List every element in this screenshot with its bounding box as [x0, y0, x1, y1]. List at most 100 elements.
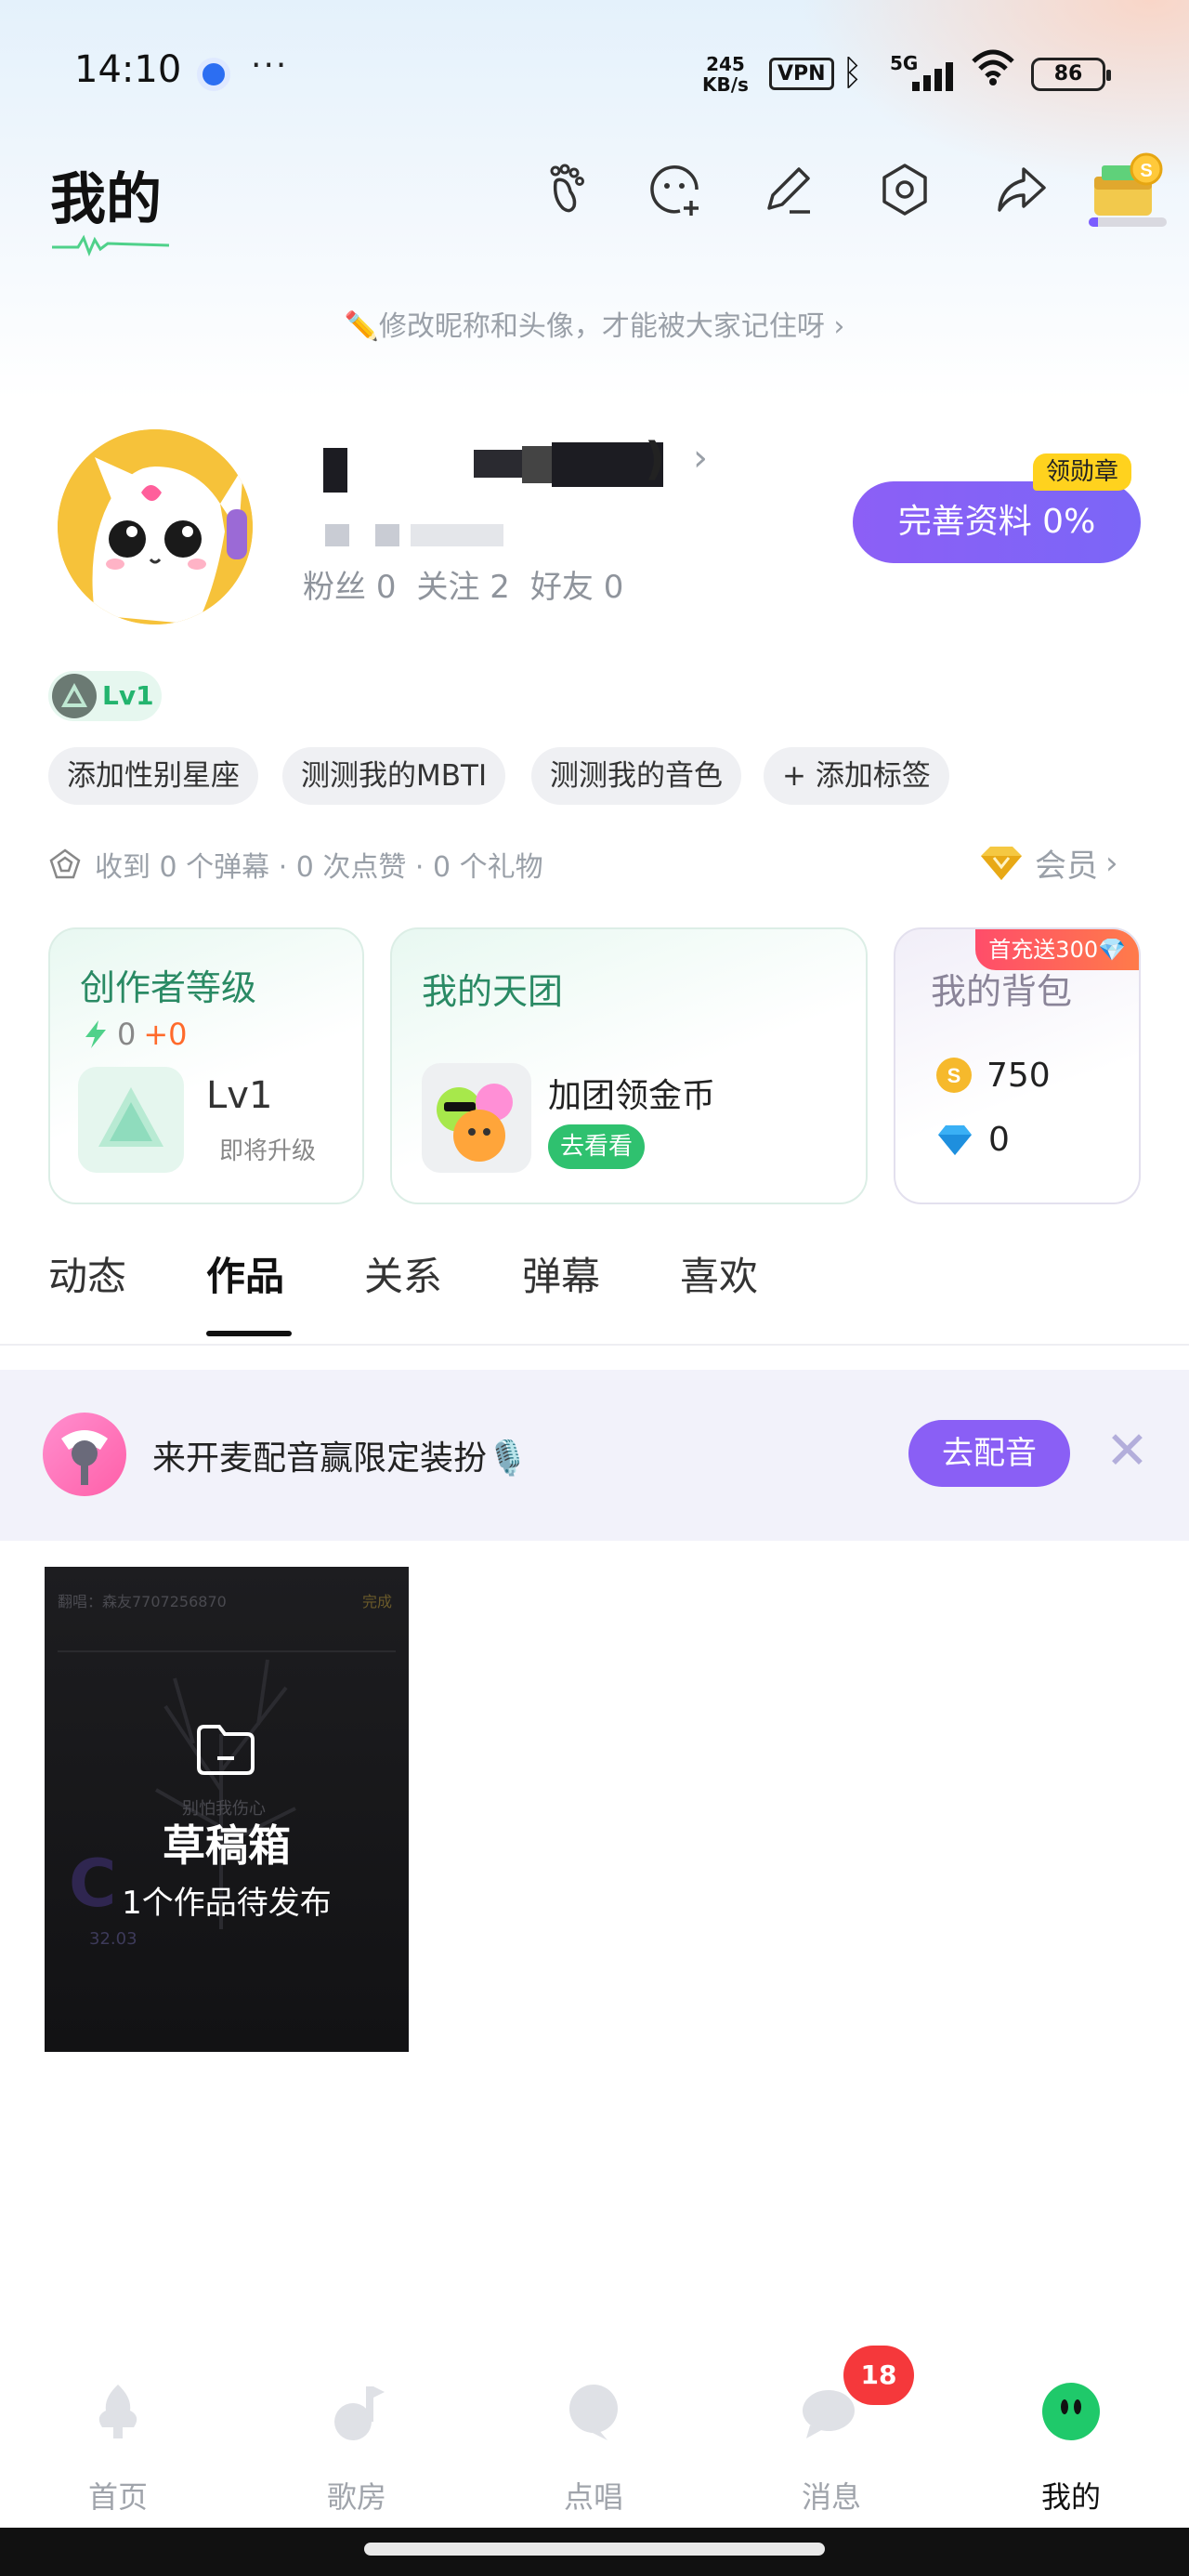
tag-gender-zodiac[interactable]: 添加性别星座	[48, 747, 258, 805]
gold-coin-icon: S	[936, 1058, 972, 1093]
team-go-button[interactable]: 去看看	[548, 1124, 645, 1169]
wifi-icon	[970, 46, 1016, 97]
friends-label: 好友	[529, 569, 594, 606]
microphone-avatar-icon	[43, 1413, 126, 1496]
gift-pentagon-icon	[49, 848, 81, 879]
gifts-summary-text: 收到 0 个弹幕 · 0 次点赞 · 0 个礼物	[95, 851, 543, 884]
coin-balance: S 750	[934, 1056, 1051, 1095]
vip-label: 会员	[1035, 848, 1098, 885]
coin-balance-value: 750	[986, 1056, 1051, 1095]
creator-score: 0	[117, 1017, 137, 1052]
request-song-icon[interactable]	[561, 2379, 626, 2444]
network-speed-value: 245	[706, 53, 745, 75]
diamond-balance-value: 0	[988, 1121, 1010, 1159]
nav-home-label[interactable]: 首页	[44, 2474, 192, 2517]
creator-score-row: 0 +0	[82, 1017, 188, 1052]
nav-messages-label[interactable]: 消息	[757, 2474, 906, 2517]
coin-progress-bar	[1089, 217, 1167, 227]
profile-icon[interactable]	[1039, 2379, 1104, 2444]
team-action-text: 加团领金币	[548, 1077, 716, 1115]
battery-icon: 86	[1031, 58, 1111, 91]
following-stat[interactable]: 关注 2	[416, 561, 509, 607]
bluetooth-icon: ᛒ	[842, 52, 863, 93]
add-tag-button[interactable]: + 添加标签	[764, 747, 949, 805]
vip-entry[interactable]: 会员 ›	[975, 840, 1118, 886]
gifts-summary[interactable]: 收到 0 个弹幕 · 0 次点赞 · 0 个礼物	[48, 844, 543, 885]
following-value: 2	[490, 569, 510, 606]
close-banner-icon[interactable]: ✕	[1105, 1424, 1149, 1479]
message-count-badge: 18	[843, 2346, 914, 2405]
fans-label: 粉丝	[303, 569, 366, 606]
my-team-card[interactable]: 我的天团 加团领金币 去看看	[390, 927, 868, 1204]
creator-level-emblem-icon	[78, 1067, 184, 1173]
tab-moments[interactable]: 动态	[48, 1245, 126, 1302]
creator-score-delta: +0	[143, 1017, 188, 1052]
nickname-arrow-icon[interactable]: ›	[693, 437, 708, 480]
draft-box-subtitle: 1个作品待发布	[122, 1885, 332, 1922]
creator-level-status: 即将升级	[219, 1137, 317, 1165]
draft-bg-done: 完成	[362, 1593, 393, 1610]
nav-request-song-label[interactable]: 点唱	[519, 2474, 668, 2517]
tab-likes[interactable]: 喜欢	[680, 1245, 758, 1302]
friends-value: 0	[603, 569, 624, 606]
level-label: Lv1	[102, 680, 154, 711]
folder-icon	[195, 1723, 256, 1775]
footprint-icon[interactable]	[535, 158, 598, 221]
draft-bg-score: 32.03	[89, 1929, 137, 1949]
draft-bg-title: 翻唱：森友7707256870	[58, 1593, 227, 1610]
creator-level: Lv1	[206, 1074, 273, 1117]
network-speed: 245 KB/s	[702, 54, 749, 95]
tag-mbti[interactable]: 测测我的MBTI	[282, 747, 506, 805]
edit-nickname-hint[interactable]: ✏️修改昵称和头像，才能被大家记住呀 ›	[0, 303, 1189, 344]
home-icon[interactable]	[85, 2379, 150, 2444]
svg-text:S: S	[947, 1064, 961, 1087]
nickname-fragment: )	[645, 433, 665, 485]
vip-diamond-icon	[981, 846, 1022, 880]
diamond-balance: 0	[934, 1121, 1010, 1159]
bag-card-title: 我的背包	[931, 971, 1073, 1012]
more-notifications-icon: ···	[251, 46, 289, 85]
app-notification-icon	[197, 58, 230, 91]
add-friend-icon[interactable]	[643, 158, 706, 221]
go-dubbing-button[interactable]: 去配音	[908, 1420, 1070, 1487]
banner-text: 来开麦配音赢限定装扮🎙️	[152, 1439, 529, 1478]
music-room-icon[interactable]	[325, 2379, 390, 2444]
active-tab-indicator	[206, 1331, 292, 1336]
title-squiggle-icon	[52, 234, 170, 257]
diamond-icon	[938, 1124, 972, 1155]
svg-text:S: S	[1140, 161, 1152, 181]
vip-arrow-icon: ›	[1105, 844, 1118, 882]
tab-relations[interactable]: 关系	[364, 1245, 442, 1302]
friends-stat[interactable]: 好友 0	[530, 561, 623, 607]
vpn-indicator: VPN	[769, 58, 834, 90]
backpack-card[interactable]: 首充送300💎 我的背包 S 750 0	[894, 927, 1141, 1204]
tab-works[interactable]: 作品	[206, 1245, 284, 1302]
medal-badge[interactable]: 领勋章	[1033, 453, 1132, 491]
creator-level-card[interactable]: 创作者等级 0 +0 Lv1 即将升级	[48, 927, 364, 1204]
avatar[interactable]	[58, 429, 253, 624]
team-emoji-icon	[422, 1063, 531, 1173]
complete-profile-button[interactable]: 完善资料 0%	[853, 481, 1141, 563]
tab-danmaku[interactable]: 弹幕	[522, 1245, 600, 1302]
nickname-redacted[interactable]	[307, 437, 697, 502]
settings-icon[interactable]	[873, 158, 936, 221]
draft-box[interactable]: 翻唱：森友7707256870 完成 别怕我伤心 32.03 C	[45, 1567, 409, 2052]
fans-stat[interactable]: 粉丝 0	[303, 561, 396, 607]
status-time: 14:10	[74, 48, 182, 91]
edit-icon[interactable]	[756, 158, 819, 221]
network-speed-unit: KB/s	[702, 73, 749, 96]
signal-icon	[912, 58, 960, 91]
creator-card-title: 创作者等级	[80, 967, 257, 1008]
page-title: 我的	[50, 167, 162, 232]
user-level-badge[interactable]: Lv1	[48, 671, 162, 721]
team-card-title: 我的天团	[422, 971, 564, 1012]
lightning-icon	[85, 1020, 106, 1048]
fans-value: 0	[375, 569, 397, 606]
user-id-redacted	[303, 520, 507, 548]
draft-box-title: 草稿箱	[163, 1820, 291, 1871]
nav-profile-label[interactable]: 我的	[997, 2474, 1145, 2517]
nav-music-room-label[interactable]: 歌房	[282, 2474, 431, 2517]
share-icon[interactable]	[988, 158, 1052, 221]
tag-voice[interactable]: 测测我的音色	[531, 747, 741, 805]
home-indicator[interactable]	[364, 2543, 825, 2556]
